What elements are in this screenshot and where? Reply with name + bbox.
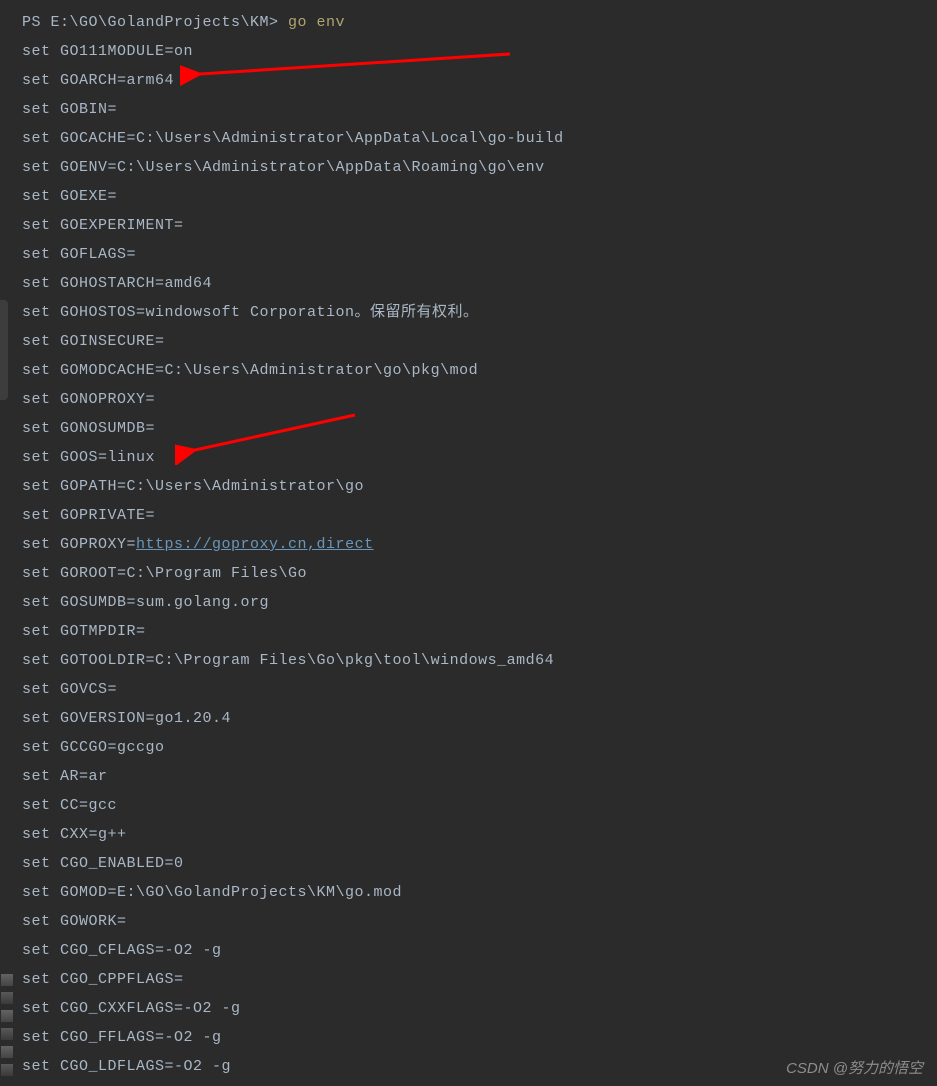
env-line: set GCCGO=gccgo: [22, 733, 937, 762]
prompt-line: PS E:\GO\GolandProjects\KM> go env: [22, 8, 937, 37]
gutter-icon[interactable]: [1, 974, 13, 986]
env-line: set GOPATH=C:\Users\Administrator\go: [22, 472, 937, 501]
env-line: set GOBIN=: [22, 95, 937, 124]
env-line: set GOVCS=: [22, 675, 937, 704]
env-line: set GOCACHE=C:\Users\Administrator\AppDa…: [22, 124, 937, 153]
env-line: set GOROOT=C:\Program Files\Go: [22, 559, 937, 588]
env-line: set CXX=g++: [22, 820, 937, 849]
env-line: set GOMOD=E:\GO\GolandProjects\KM\go.mod: [22, 878, 937, 907]
prompt-text: PS E:\GO\GolandProjects\KM>: [22, 14, 288, 31]
env-line-goos: set GOOS=linux: [22, 443, 937, 472]
env-line: set CGO_FFLAGS=-O2 -g: [22, 1023, 937, 1052]
env-line: set CGO_ENABLED=0: [22, 849, 937, 878]
side-tab-handle[interactable]: [0, 300, 8, 400]
env-line: set CGO_CXXFLAGS=-O2 -g: [22, 994, 937, 1023]
env-line: set GOENV=C:\Users\Administrator\AppData…: [22, 153, 937, 182]
gutter-icon[interactable]: [1, 1028, 13, 1040]
env-line-goarch: set GOARCH=arm64: [22, 66, 937, 95]
gutter-icon[interactable]: [1, 1010, 13, 1022]
env-line: set GO111MODULE=on: [22, 37, 937, 66]
env-line: set GOSUMDB=sum.golang.org: [22, 588, 937, 617]
env-line: set CGO_CPPFLAGS=: [22, 965, 937, 994]
env-line: set CGO_CFLAGS=-O2 -g: [22, 936, 937, 965]
env-line: set GOHOSTOS=windowsoft Corporation。保留所有…: [22, 298, 937, 327]
terminal-output[interactable]: PS E:\GO\GolandProjects\KM> go env set G…: [0, 0, 937, 1081]
env-line: set GOTMPDIR=: [22, 617, 937, 646]
env-line: set GOPRIVATE=: [22, 501, 937, 530]
env-line: set GOVERSION=go1.20.4: [22, 704, 937, 733]
proxy-prefix: set GOPROXY=: [22, 536, 136, 553]
env-line: set AR=ar: [22, 762, 937, 791]
env-line: set GONOPROXY=: [22, 385, 937, 414]
gutter-icon[interactable]: [1, 1064, 13, 1076]
proxy-url-link[interactable]: https://goproxy.cn,direct: [136, 536, 374, 553]
gutter-icon[interactable]: [1, 1046, 13, 1058]
env-line: set CC=gcc: [22, 791, 937, 820]
gutter-icon[interactable]: [1, 992, 13, 1004]
env-line: set GOEXE=: [22, 182, 937, 211]
env-line: set GOWORK=: [22, 907, 937, 936]
gutter-tool-icons: [0, 974, 14, 1076]
env-line: set GOMODCACHE=C:\Users\Administrator\go…: [22, 356, 937, 385]
env-line: set GOFLAGS=: [22, 240, 937, 269]
env-line: set GOHOSTARCH=amd64: [22, 269, 937, 298]
env-line: set GOEXPERIMENT=: [22, 211, 937, 240]
watermark-text: CSDN @努力的悟空: [786, 1057, 923, 1078]
command-text: go env: [288, 14, 345, 31]
env-line: set GONOSUMDB=: [22, 414, 937, 443]
env-line: set GOINSECURE=: [22, 327, 937, 356]
env-line: set GOTOOLDIR=C:\Program Files\Go\pkg\to…: [22, 646, 937, 675]
env-line-goproxy: set GOPROXY=https://goproxy.cn,direct: [22, 530, 937, 559]
